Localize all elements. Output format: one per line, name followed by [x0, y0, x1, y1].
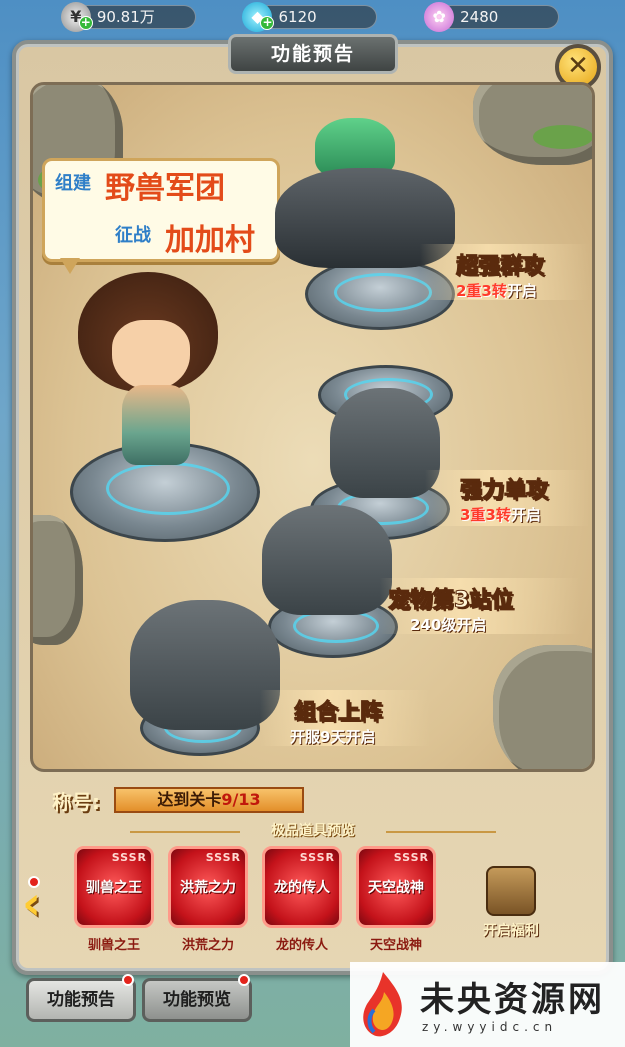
treasure-chest-icon — [486, 866, 536, 916]
hero-face — [112, 320, 190, 390]
knight-figure — [330, 388, 440, 498]
feature-condition: 240级开启 — [410, 616, 487, 634]
item-card-name: 洪荒之力 — [180, 880, 236, 896]
title-label: 称号: — [52, 789, 100, 814]
feature-name: 超强群攻 — [455, 254, 545, 280]
silver-value: 90.81万 — [96, 8, 155, 26]
feature-condition: 2重3转开启 — [456, 282, 537, 300]
feature-name: 强力单攻 — [459, 478, 549, 504]
couple-figure — [130, 600, 280, 730]
item-rarity: SSSR — [393, 851, 429, 864]
title-progress-value: 达到关卡9/13 — [114, 787, 304, 813]
close-icon: ✕ — [567, 51, 589, 81]
grass-decoration — [533, 125, 592, 149]
item-card: SSSR 驯兽之王 — [74, 846, 154, 928]
speech-bubble: 组建 野兽军团 征战 加加村 — [42, 158, 280, 262]
item-label: 天空战神 — [369, 938, 422, 953]
preview-item[interactable]: SSSR 驯兽之王 驯兽之王 — [74, 846, 154, 953]
rock-decoration — [473, 85, 592, 165]
shell-value: 2480 — [460, 8, 499, 26]
speech-bubble-tail — [60, 258, 80, 274]
item-preview-heading: 极品道具预览 — [130, 820, 496, 844]
feature-name: 组合上阵 — [293, 700, 383, 726]
item-card-name: 龙的传人 — [274, 880, 330, 896]
watermark: 未央资源网 zy.wyyidc.cn — [350, 962, 625, 1047]
dino-rider-figure — [262, 505, 392, 615]
currency-bar: ¥ + 90.81万 ◆ + 6120 ✿ 2480 — [0, 0, 625, 34]
preview-item[interactable]: SSSR 龙的传人 龙的传人 — [262, 846, 342, 953]
shell-currency[interactable]: ✿ 2480 — [424, 2, 560, 32]
open-reward-button[interactable]: 开启福利 — [470, 866, 552, 940]
watermark-url: zy.wyyidc.cn — [422, 1020, 558, 1034]
item-card-name: 驯兽之王 — [86, 880, 142, 896]
add-diamond-icon[interactable]: + — [260, 16, 275, 30]
silver-currency[interactable]: ¥ + 90.81万 — [60, 2, 196, 32]
item-rarity: SSSR — [299, 851, 335, 864]
rock-decoration — [33, 515, 83, 645]
preview-item[interactable]: SSSR 洪荒之力 洪荒之力 — [168, 846, 248, 953]
item-card: SSSR 洪荒之力 — [168, 846, 248, 928]
item-rarity: SSSR — [111, 851, 147, 864]
notification-dot — [238, 974, 250, 986]
diamond-currency[interactable]: ◆ + 6120 — [242, 2, 378, 32]
speech-line2-highlight: 加加村 — [165, 223, 255, 258]
prev-arrow-button[interactable]: ‹ — [22, 880, 66, 932]
preview-item[interactable]: SSSR 天空战神 天空战神 — [356, 846, 436, 953]
flame-logo-icon — [363, 972, 402, 1037]
tab-feature-preview[interactable]: 功能预览 — [142, 978, 252, 1022]
speech-line1-highlight: 野兽军团 — [105, 171, 225, 206]
item-rarity: SSSR — [205, 851, 241, 864]
watermark-title: 未央资源网 — [420, 980, 605, 1020]
notification-dot — [28, 876, 40, 888]
item-label: 龙的传人 — [275, 938, 328, 953]
item-card-name: 天空战神 — [368, 880, 424, 896]
feature-condition: 开服9天开启 — [290, 728, 376, 746]
panel-title: 功能预告 — [228, 34, 398, 74]
hero-body — [122, 385, 190, 465]
tab-label: 功能预览 — [163, 990, 231, 1010]
feature-condition: 3重3转开启 — [460, 506, 541, 524]
item-card: SSSR 天空战神 — [356, 846, 436, 928]
open-reward-label: 开启福利 — [483, 923, 539, 939]
add-silver-icon[interactable]: + — [78, 16, 93, 30]
notification-dot — [122, 974, 134, 986]
diamond-value: 6120 — [278, 8, 317, 26]
speech-line2-prefix: 征战 — [115, 225, 151, 246]
tab-feature-notice[interactable]: 功能预告 — [26, 978, 136, 1022]
feature-name: 宠物第3站位 — [387, 588, 514, 614]
tab-label: 功能预告 — [47, 990, 115, 1010]
rock-decoration — [493, 645, 592, 769]
item-label: 驯兽之王 — [87, 938, 140, 953]
item-card: SSSR 龙的传人 — [262, 846, 342, 928]
shell-icon: ✿ — [424, 2, 455, 32]
title-progress-row: 称号: 达到关卡9/13 — [52, 785, 304, 815]
item-label: 洪荒之力 — [181, 938, 234, 953]
speech-line1-prefix: 组建 — [55, 173, 91, 194]
